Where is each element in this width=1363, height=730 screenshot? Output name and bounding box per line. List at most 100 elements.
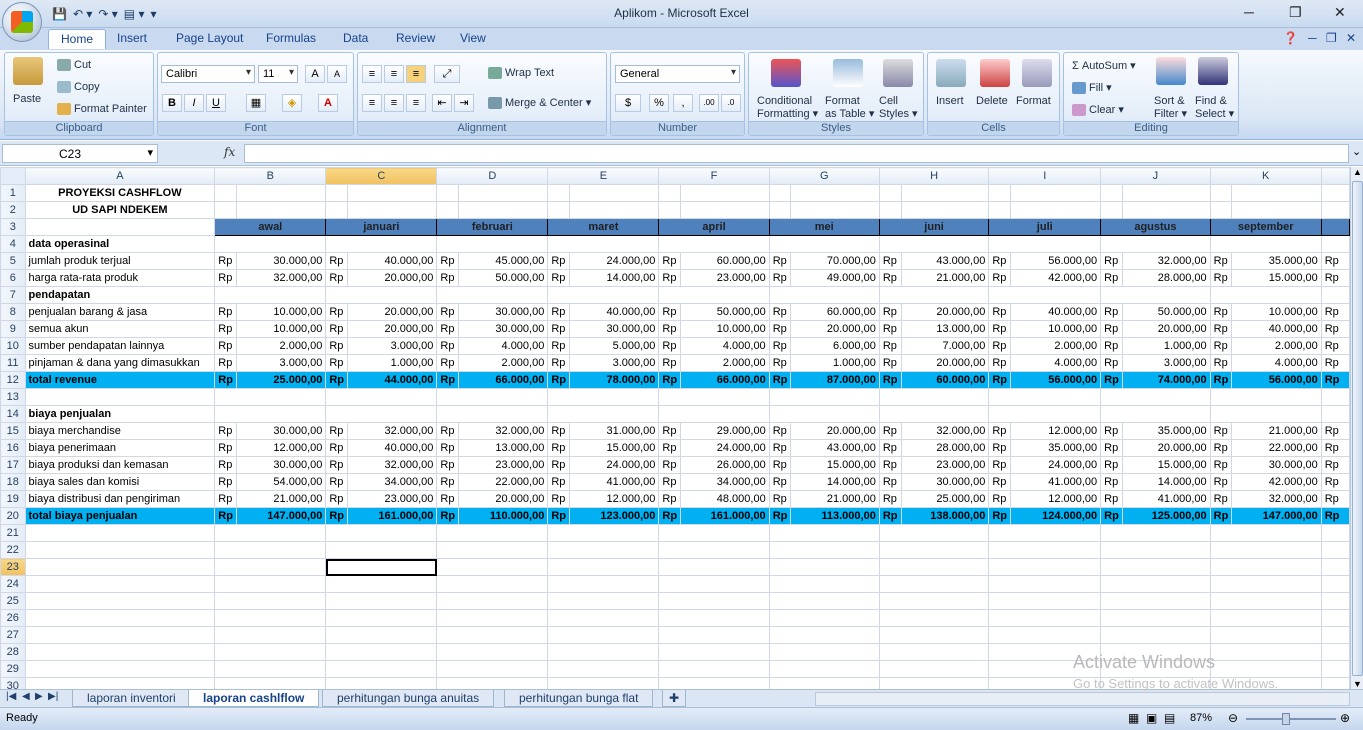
value-cell[interactable]: 20.000,00 (900, 303, 990, 321)
align-middle-icon[interactable]: ≡ (384, 65, 404, 83)
ribbon-close-icon[interactable]: ✕ (1346, 31, 1356, 45)
prev-sheet-icon[interactable]: ◀ (22, 691, 30, 702)
row-header[interactable]: 6 (0, 269, 26, 287)
currency-cell[interactable]: Rp (1100, 490, 1123, 508)
value-cell[interactable]: 41.000,00 (1121, 490, 1211, 508)
cell[interactable] (658, 405, 770, 423)
currency-cell[interactable]: Rp (436, 439, 460, 457)
currency-cell[interactable]: Rp (214, 303, 237, 321)
value-cell[interactable]: 20.000,00 (347, 320, 438, 338)
value-cell[interactable]: 6.000,00 (790, 337, 880, 355)
office-button[interactable] (2, 2, 42, 42)
close-icon[interactable]: ✕ (1334, 4, 1346, 21)
value-cell[interactable]: 5.000,00 (569, 337, 660, 355)
value-cell[interactable]: 29.000,00 (680, 422, 770, 440)
cell[interactable] (1231, 201, 1322, 219)
cell[interactable] (988, 184, 1011, 202)
value-cell[interactable]: 30.000,00 (900, 473, 990, 491)
currency-cell[interactable]: Rp (878, 337, 902, 355)
section-label[interactable]: biaya penjualan (24, 405, 216, 423)
currency-cell[interactable]: Rp (988, 269, 1011, 287)
cell[interactable] (547, 201, 571, 219)
currency-cell[interactable]: Rp (768, 371, 792, 389)
value-cell[interactable]: 40.000,00 (1231, 320, 1322, 338)
currency-cell[interactable]: Rp (768, 252, 792, 270)
cell[interactable] (878, 575, 990, 593)
value-cell[interactable]: 15.000,00 (1231, 269, 1322, 287)
cell[interactable] (1100, 388, 1211, 406)
value-cell[interactable]: 15.000,00 (1121, 456, 1211, 474)
column-header-a[interactable]: A (24, 167, 216, 185)
currency-cell[interactable]: Rp (214, 507, 237, 525)
currency-cell[interactable]: Rp (325, 337, 349, 355)
first-sheet-icon[interactable]: |◀ (6, 691, 16, 702)
partial-cell[interactable] (1320, 626, 1350, 644)
row-label[interactable]: total biaya penjualan (24, 507, 216, 525)
value-cell[interactable]: 24.000,00 (1009, 456, 1102, 474)
partial-cell[interactable]: Rp (1320, 473, 1350, 491)
value-cell[interactable]: 15.000,00 (569, 439, 660, 457)
cell[interactable] (325, 592, 438, 610)
value-cell[interactable]: 12.000,00 (1009, 422, 1102, 440)
row-header[interactable]: 4 (0, 235, 26, 253)
partial-cell[interactable]: Rp (1320, 269, 1350, 287)
value-cell[interactable]: 48.000,00 (680, 490, 770, 508)
value-cell[interactable]: 32.000,00 (347, 422, 438, 440)
currency-cell[interactable]: Rp (658, 507, 682, 525)
cell[interactable] (988, 235, 1102, 253)
month-header[interactable]: awal (214, 218, 327, 236)
currency-cell[interactable]: Rp (436, 371, 460, 389)
currency-cell[interactable]: Rp (214, 422, 237, 440)
cell[interactable] (658, 609, 770, 627)
currency-cell[interactable]: Rp (1100, 269, 1123, 287)
value-cell[interactable]: 10.000,00 (1231, 303, 1322, 321)
cell[interactable] (436, 388, 549, 406)
row-header[interactable]: 10 (0, 337, 26, 355)
cell[interactable] (325, 235, 438, 253)
currency-cell[interactable]: Rp (436, 337, 460, 355)
cell[interactable] (547, 184, 571, 202)
copy-button[interactable]: Copy (57, 81, 100, 94)
decrease-indent-icon[interactable]: ⇤ (432, 94, 452, 112)
cell[interactable] (1209, 575, 1322, 593)
zoom-out-icon[interactable]: ⊖ (1228, 711, 1238, 725)
sort-filter-button[interactable]: Sort & Filter ▾ (1154, 95, 1187, 120)
column-header-k[interactable]: K (1209, 167, 1322, 185)
accounting-icon[interactable]: $ (615, 94, 641, 112)
cell[interactable] (768, 609, 880, 627)
partial-cell[interactable]: Rp (1320, 252, 1350, 270)
cell[interactable] (1209, 558, 1322, 576)
cell[interactable] (878, 660, 990, 678)
currency-cell[interactable]: Rp (436, 456, 460, 474)
column-header-g[interactable]: G (768, 167, 880, 185)
currency-cell[interactable]: Rp (1100, 456, 1123, 474)
cell[interactable] (878, 558, 990, 576)
month-header[interactable]: juni (878, 218, 990, 236)
cell[interactable] (547, 235, 660, 253)
currency-cell[interactable]: Rp (325, 269, 349, 287)
currency-cell[interactable]: Rp (658, 490, 682, 508)
value-cell[interactable]: 87.000,00 (790, 371, 880, 389)
value-cell[interactable]: 28.000,00 (900, 439, 990, 457)
cell[interactable] (436, 626, 549, 644)
cell[interactable] (658, 592, 770, 610)
cell[interactable] (436, 592, 549, 610)
currency-cell[interactable]: Rp (547, 252, 571, 270)
value-cell[interactable]: 41.000,00 (1009, 473, 1102, 491)
partial-cell[interactable] (1320, 575, 1350, 593)
cell[interactable] (988, 575, 1102, 593)
currency-cell[interactable]: Rp (878, 439, 902, 457)
value-cell[interactable]: 35.000,00 (1121, 422, 1211, 440)
value-cell[interactable]: 22.000,00 (458, 473, 549, 491)
comma-icon[interactable]: , (673, 94, 693, 112)
cell[interactable] (547, 575, 660, 593)
zoom-in-icon[interactable]: ⊕ (1340, 711, 1350, 725)
currency-cell[interactable]: Rp (768, 337, 792, 355)
last-sheet-icon[interactable]: ▶| (48, 691, 58, 702)
align-left-icon[interactable]: ≡ (362, 94, 382, 112)
currency-cell[interactable]: Rp (1209, 303, 1233, 321)
value-cell[interactable]: 2.000,00 (1009, 337, 1102, 355)
currency-cell[interactable]: Rp (768, 473, 792, 491)
currency-cell[interactable]: Rp (436, 422, 460, 440)
value-cell[interactable]: 15.000,00 (790, 456, 880, 474)
